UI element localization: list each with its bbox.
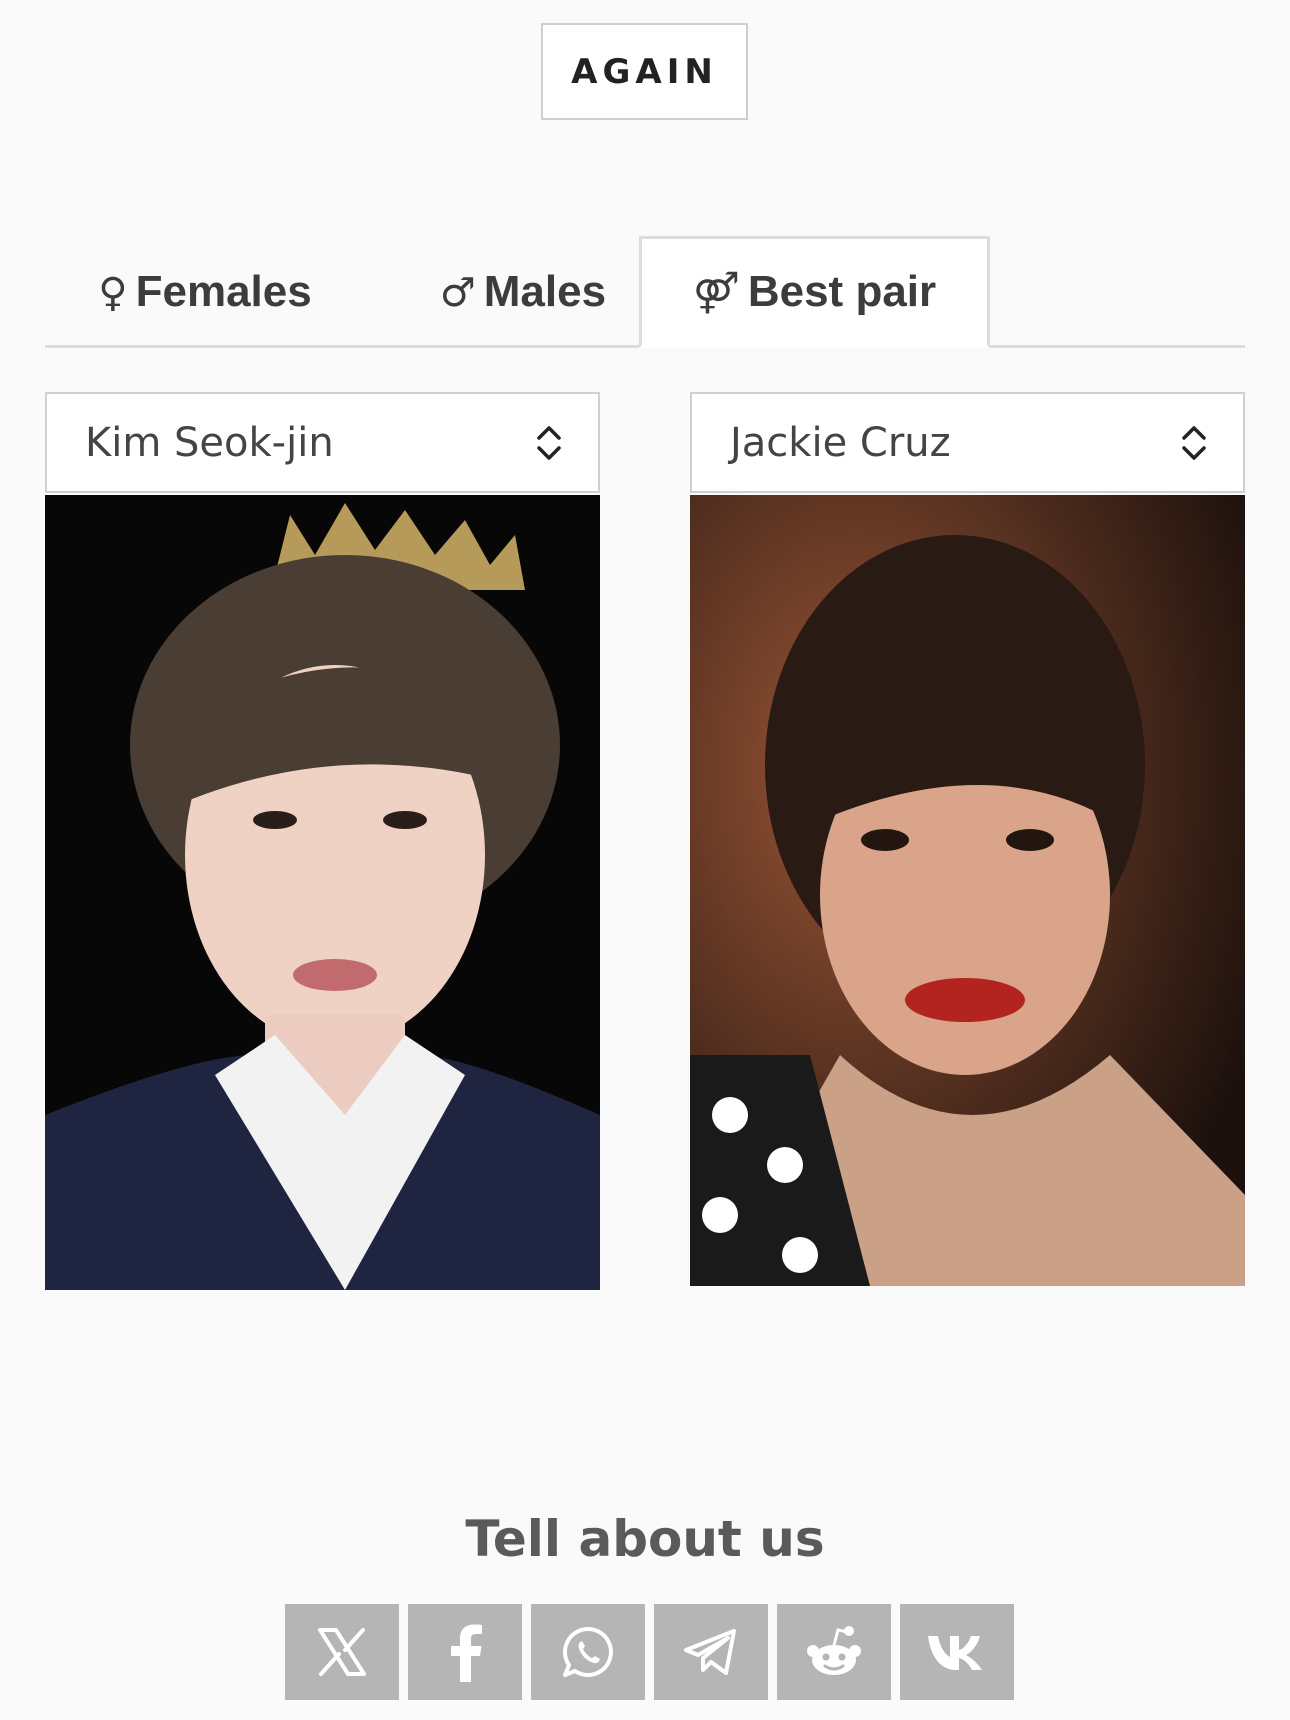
share-telegram-button[interactable] — [654, 1604, 768, 1700]
share-reddit-button[interactable] — [777, 1604, 891, 1700]
again-button[interactable]: AGAIN — [541, 23, 748, 120]
select-value: Kim Seok-jin — [85, 419, 334, 466]
select-value: Jackie Cruz — [730, 419, 951, 466]
female-symbol-icon: ♀ — [98, 270, 128, 316]
share-facebook-button[interactable] — [408, 1604, 522, 1700]
tab-label: Best pair — [747, 267, 937, 316]
left-person-select[interactable]: Kim Seok-jin — [45, 392, 600, 493]
chevron-up-down-icon — [1182, 425, 1206, 460]
tab-males[interactable]: ♂ Males — [403, 236, 643, 348]
left-person-photo — [45, 495, 600, 1290]
telegram-icon — [684, 1629, 736, 1675]
x-icon — [318, 1628, 366, 1676]
chevron-up-down-icon — [537, 425, 561, 460]
tab-females[interactable]: ♀ Females — [85, 236, 325, 348]
reddit-icon — [807, 1626, 861, 1675]
share-title: Tell about us — [465, 1510, 825, 1568]
gender-tabs: ♀ Females ♂ Males ⚤ Best pair — [45, 236, 1245, 348]
male-symbol-icon: ♂ — [439, 270, 476, 316]
share-vk-button[interactable] — [900, 1604, 1014, 1700]
tab-best-pair[interactable]: ⚤ Best pair — [639, 236, 990, 348]
tab-label: Males — [483, 267, 607, 316]
share-whatsapp-button[interactable] — [531, 1604, 645, 1700]
pair-symbol-icon: ⚤ — [692, 270, 740, 316]
share-buttons — [285, 1604, 1014, 1700]
facebook-icon — [451, 1624, 482, 1682]
whatsapp-icon — [563, 1626, 613, 1677]
right-person-select[interactable]: Jackie Cruz — [690, 392, 1245, 493]
right-person-photo — [690, 495, 1245, 1286]
tab-label: Females — [135, 267, 312, 316]
vk-icon — [928, 1636, 982, 1670]
share-x-button[interactable] — [285, 1604, 399, 1700]
